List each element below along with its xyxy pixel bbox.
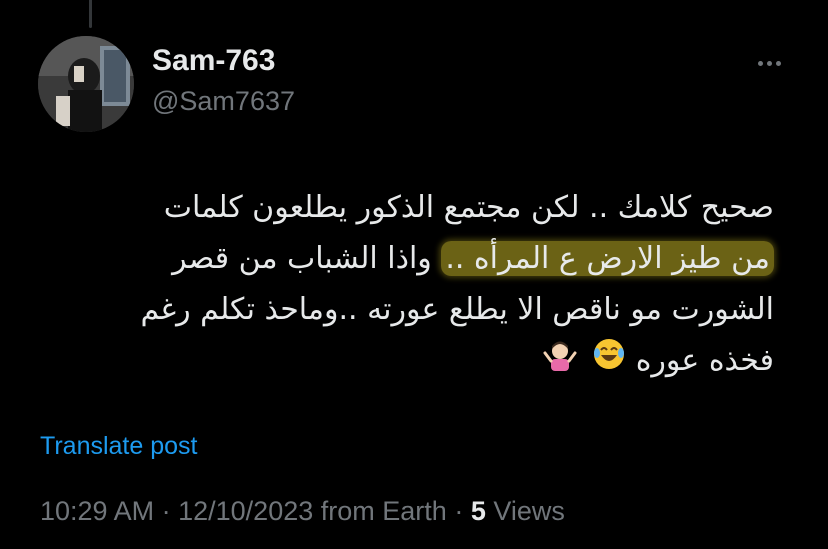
user-handle[interactable]: @Sam7637 [152,86,295,117]
avatar[interactable] [38,36,134,132]
display-name[interactable]: Sam-763 [152,44,275,78]
avatar-photo [38,36,134,132]
views-label[interactable]: Views [493,496,565,526]
post-time[interactable]: 10:29 AM [40,496,154,526]
tweet-line: صحيح كلامك .. لكن مجتمع الذكور يطلعون كل… [70,182,774,233]
tweet-line: من طيز الارض ع المرأه .. واذا الشباب من … [70,233,774,284]
tweet-text: صحيح كلامك .. لكن مجتمع الذكور يطلعون كل… [70,182,774,387]
tweet-line: الشورت مو ناقص الا يطلع عورته ..وماحذ تك… [70,284,774,335]
tweet-line-text: واذا الشباب من قصر [172,241,432,276]
person-shrugging-icon [543,336,577,387]
views-count[interactable]: 5 [471,496,486,526]
post-source: from Earth [320,496,447,526]
tweet-line-text: فخذه عوره [635,343,774,378]
laughing-crying-face-icon [592,336,626,387]
thread-connector-line [89,0,92,28]
meta-separator: · [161,496,171,526]
translate-post-link[interactable]: Translate post [40,432,197,461]
dot [775,60,781,66]
dot [757,60,763,66]
meta-separator: · [454,496,464,526]
post-date[interactable]: 12/10/2023 [178,496,313,526]
tweet-line-text: الشورت مو ناقص الا يطلع عورته ..وماحذ تك… [140,292,774,327]
tweet-metadata: 10:29 AM · 12/10/2023 from Earth · 5 Vie… [40,496,565,527]
more-options-icon[interactable] [750,50,788,76]
highlighted-text: من طيز الارض ع المرأه .. [441,241,774,276]
tweet-line: فخذه عوره [70,335,774,387]
tweet-line-text: صحيح كلامك .. لكن مجتمع الذكور يطلعون كل… [163,190,774,225]
dot [766,60,772,66]
